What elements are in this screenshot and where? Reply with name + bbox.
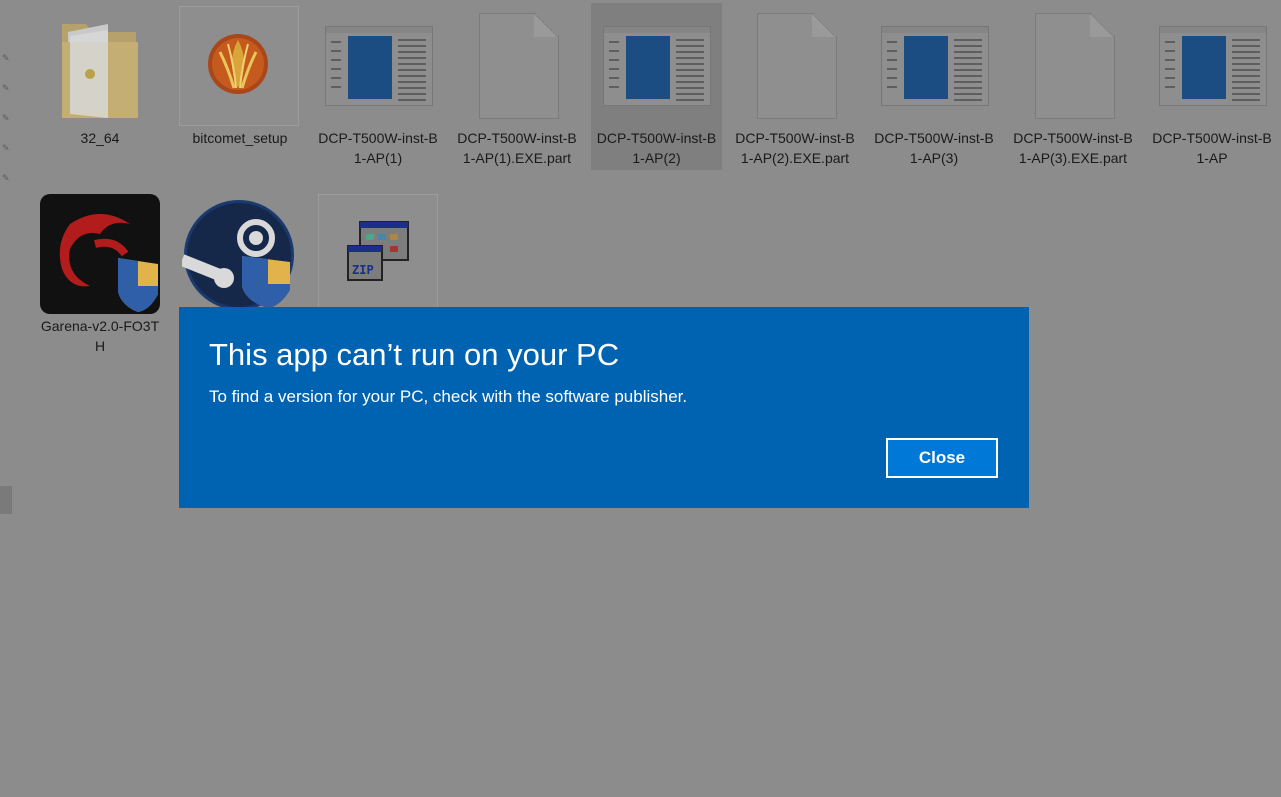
file-item-part[interactable]: DCP-T500W-inst-B1-AP(3).EXE.part	[1009, 4, 1137, 184]
file-item-part[interactable]: DCP-T500W-inst-B1-AP(1).EXE.part	[453, 4, 581, 184]
dialog-message: To find a version for your PC, check wit…	[209, 387, 688, 406]
pin-icon: ✎	[2, 174, 10, 184]
file-item-folder[interactable]: 32_64	[36, 4, 164, 154]
garena-icon	[40, 194, 160, 314]
window-thumbnail-icon	[1159, 26, 1267, 106]
folder-icon	[62, 24, 138, 118]
close-button[interactable]: Close	[886, 438, 998, 478]
file-name: DCP-T500W-inst-B1-AP(1)	[318, 130, 438, 166]
file-name: DCP-T500W-inst-B1-AP(2).EXE.part	[735, 130, 855, 166]
file-item-exe[interactable]: DCP-T500W-inst-B1-AP(1)	[314, 4, 442, 184]
file-item-bitcomet[interactable]: bitcomet_setup	[176, 4, 304, 154]
quick-access-pin-strip: ✎ ✎ ✎ ✎ ✎	[0, 0, 14, 797]
file-item-exe[interactable]: DCP-T500W-inst-B1-AP(3)	[870, 4, 998, 184]
file-name: DCP-T500W-inst-B1-AP(2)	[596, 130, 717, 166]
file-item-exe[interactable]: DCP-T500W-inst-B1-AP	[1148, 4, 1276, 184]
file-name: 32_64	[80, 130, 120, 146]
pin-icon: ✎	[2, 54, 10, 64]
zip-installer-icon: ZIP	[347, 221, 409, 281]
file-name: DCP-T500W-inst-B1-AP(3)	[874, 130, 994, 166]
file-name: bitcomet_setup	[192, 130, 288, 146]
svg-text:ZIP: ZIP	[352, 263, 374, 277]
file-name: DCP-T500W-inst-B1-AP(3).EXE.part	[1013, 130, 1133, 166]
file-item-zip-installer[interactable]: ZIP	[316, 192, 444, 314]
window-thumbnail-icon	[325, 26, 433, 106]
file-item-exe-selected[interactable]: DCP-T500W-inst-B1-AP(2)	[591, 3, 722, 170]
file-name: Garena-v2.0-FO3TH	[40, 318, 160, 354]
file-name: DCP-T500W-inst-B1-AP	[1152, 130, 1272, 166]
file-item-garena[interactable]: Garena-v2.0-FO3TH	[36, 192, 164, 362]
file-name: DCP-T500W-inst-B1-AP(1).EXE.part	[457, 130, 577, 166]
file-item-steam[interactable]	[176, 192, 304, 312]
file-item-part[interactable]: DCP-T500W-inst-B1-AP(2).EXE.part	[731, 4, 859, 184]
pin-icon: ✎	[2, 114, 10, 124]
dialog-title: This app can’t run on your PC	[209, 337, 620, 372]
steam-icon	[182, 200, 294, 308]
pin-icon: ✎	[2, 144, 10, 154]
pin-icon: ✎	[2, 84, 10, 94]
window-thumbnail-icon	[881, 26, 989, 106]
app-cant-run-dialog: This app can’t run on your PC To find a …	[179, 307, 1029, 508]
bitcomet-icon	[208, 34, 268, 94]
scrollbar-thumb[interactable]	[0, 486, 12, 514]
window-thumbnail-icon	[603, 26, 711, 106]
